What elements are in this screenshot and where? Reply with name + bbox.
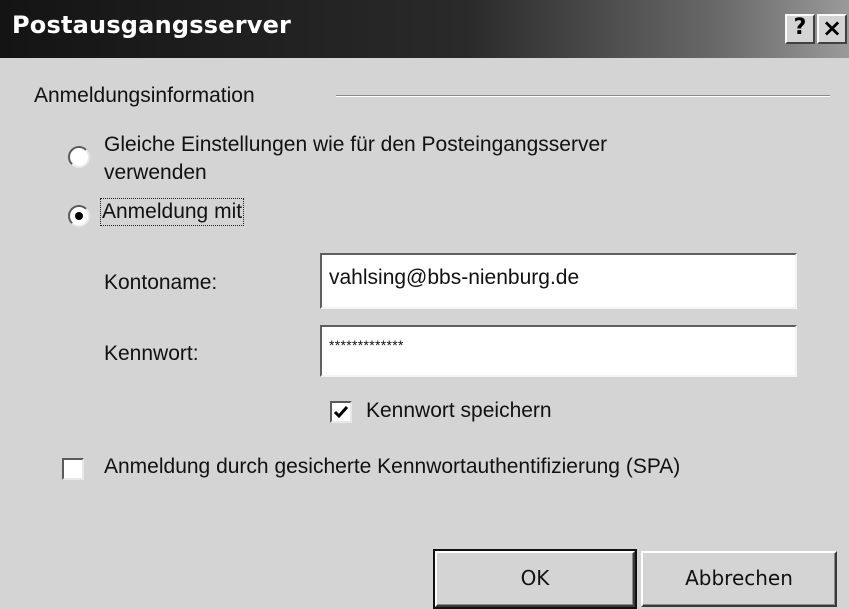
group-label: Anmeldungsinformation <box>34 84 255 107</box>
checkmark-icon <box>333 406 349 419</box>
radio-selected-dot <box>75 212 83 220</box>
spa-label[interactable]: Anmeldung durch gesicherte Kennwortauthe… <box>104 455 680 479</box>
login-with-label[interactable]: Anmeldung mit <box>99 198 245 226</box>
save-password-checkbox[interactable] <box>330 401 352 423</box>
password-label: Kennwort: <box>104 342 199 365</box>
same-settings-label[interactable]: Gleiche Einstellungen wie für den Postei… <box>104 133 607 157</box>
account-name-input[interactable]: vahlsing@bbs-nienburg.de <box>320 253 797 309</box>
save-password-label[interactable]: Kennwort speichern <box>366 399 552 423</box>
close-button[interactable]: × <box>817 14 847 44</box>
help-button[interactable]: ? <box>785 14 815 44</box>
password-input[interactable]: ************* <box>320 325 797 377</box>
window-title: Postausgangsserver <box>12 11 292 39</box>
account-name-label: Kontoname: <box>104 271 218 294</box>
ok-button[interactable]: OK <box>433 549 637 609</box>
login-with-radio[interactable] <box>68 205 90 227</box>
outgoing-server-dialog: Postausgangsserver ? × Anmeldungsinforma… <box>0 0 849 609</box>
same-settings-radio[interactable] <box>68 146 90 168</box>
cancel-button[interactable]: Abbrechen <box>641 551 837 607</box>
title-bar[interactable]: Postausgangsserver ? × <box>0 0 849 58</box>
spa-checkbox[interactable] <box>62 458 84 480</box>
group-divider <box>336 95 830 97</box>
same-settings-label-continued[interactable]: verwenden <box>104 161 207 185</box>
